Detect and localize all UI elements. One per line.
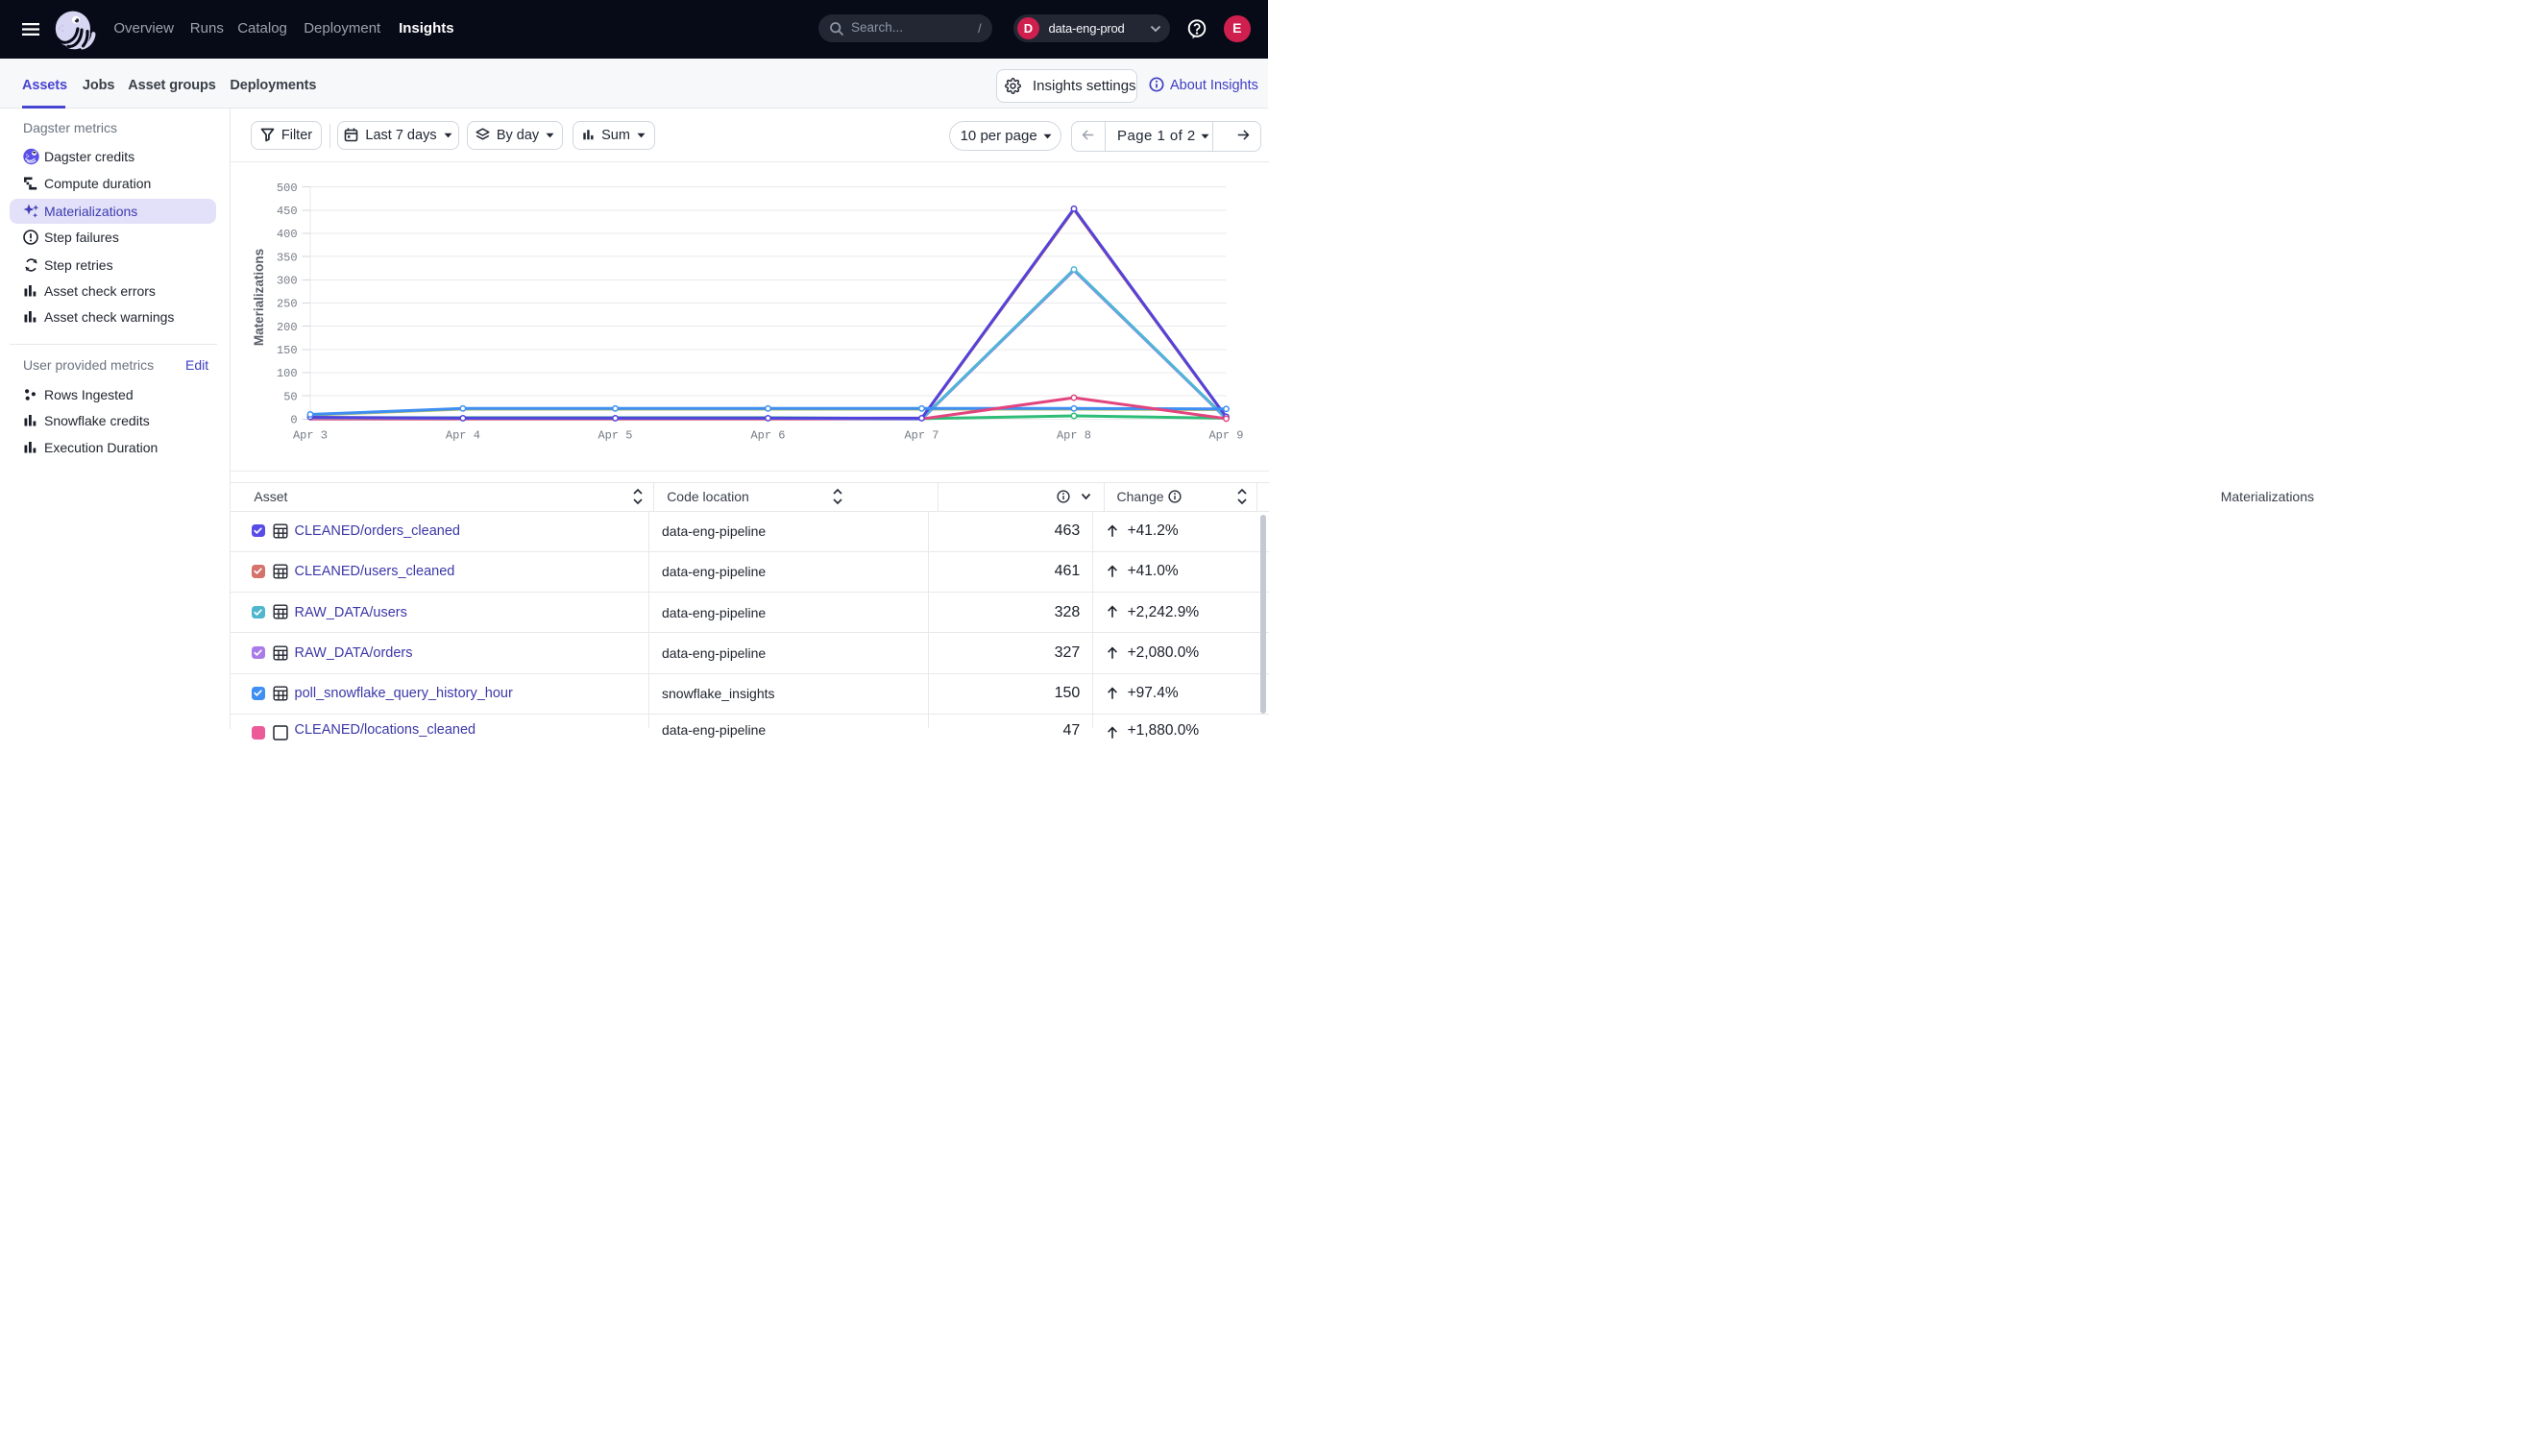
svg-text:Apr 5: Apr 5: [597, 428, 632, 442]
svg-text:Materializations: Materializations: [252, 248, 266, 345]
svg-text:Apr 7: Apr 7: [904, 428, 939, 442]
svg-text:50: 50: [283, 390, 297, 403]
svg-text:100: 100: [277, 367, 298, 380]
svg-text:200: 200: [277, 320, 298, 333]
svg-text:Apr 9: Apr 9: [1208, 428, 1243, 442]
svg-text:450: 450: [277, 205, 298, 218]
svg-text:500: 500: [277, 181, 298, 194]
svg-text:250: 250: [277, 297, 298, 310]
svg-text:Apr 6: Apr 6: [750, 428, 785, 442]
svg-text:Apr 8: Apr 8: [1057, 428, 1091, 442]
svg-text:0: 0: [290, 413, 297, 426]
svg-text:350: 350: [277, 251, 298, 264]
svg-text:150: 150: [277, 344, 298, 357]
svg-text:300: 300: [277, 274, 298, 287]
svg-text:400: 400: [277, 228, 298, 241]
svg-text:Apr 3: Apr 3: [293, 428, 328, 442]
svg-text:Apr 4: Apr 4: [446, 428, 480, 442]
